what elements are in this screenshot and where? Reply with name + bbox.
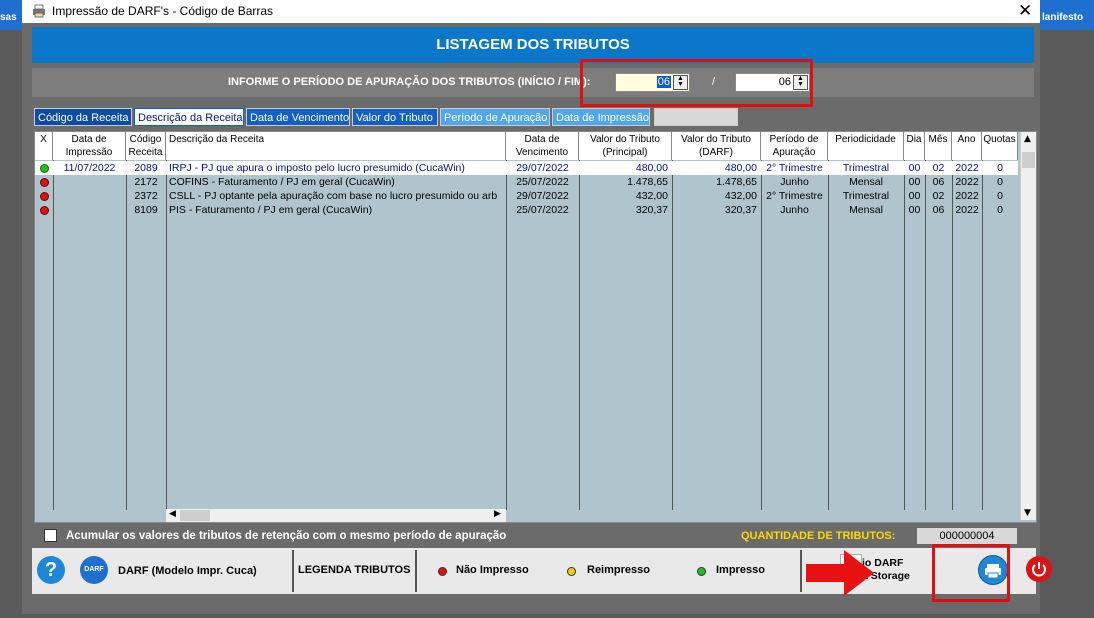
quantity-label: QUANTIDADE DE TRIBUTOS: [741,530,896,542]
legend-nao-impresso-icon [438,567,447,576]
status-nao-impresso-icon [40,206,49,215]
help-button[interactable]: ? [37,556,65,584]
accumulate-label: Acumular os valores de tributos de reten… [66,530,507,542]
col-darf[interactable]: Valor do Tributo (DARF) [672,132,761,160]
table-row[interactable]: 11/07/2022 2089 IRPJ - PJ que apura o im… [35,161,1018,175]
tab-empty [654,108,738,126]
highlight-period-box [580,59,813,107]
background-app-right: lanifesto [1040,0,1094,30]
arrow-right-icon [806,550,874,596]
scroll-left-icon[interactable]: ◀ [169,509,176,519]
quantity-value: 000000004 [917,528,1017,544]
legend-title: LEGENDA TRIBUTOS [298,564,411,576]
col-descricao[interactable]: Descrição da Receita [166,132,506,160]
col-mes[interactable]: Mês [925,132,952,160]
col-ano[interactable]: Ano [952,132,982,160]
col-impressao[interactable]: Data de Impressão [53,132,126,160]
tab-descricao-receita[interactable]: Descrição da Receita [134,108,244,126]
status-impresso-icon [40,164,49,173]
tributos-grid[interactable]: X Data de Impressão Código Receita Descriç… [34,131,1037,523]
exit-button[interactable] [1026,556,1052,582]
tab-data-vencimento[interactable]: Data de Vencimento [246,108,350,126]
tab-codigo-receita[interactable]: Código da Receita [34,108,132,126]
background-app-left: sas [0,0,22,30]
status-nao-impresso-icon [40,192,49,201]
legend-reimpresso-icon [567,567,576,576]
legend-impresso-icon [697,567,706,576]
col-principal[interactable]: Valor do Tributo (Principal) [579,132,672,160]
darf-icon[interactable]: DARF [80,556,108,584]
darf-window: Impressão de DARF's - Código de Barras ✕… [22,0,1052,614]
scroll-down-icon[interactable]: ▼ [1024,508,1031,518]
legend-impresso: Impresso [716,564,765,576]
col-periodicidade[interactable]: Periodicidade [828,132,904,160]
accumulate-checkbox[interactable] [44,529,57,542]
separator [800,550,802,592]
scroll-up-icon[interactable]: ▲ [1024,134,1031,144]
table-row[interactable]: 2172 COFINS - Faturamento / PJ em geral … [35,175,1018,189]
col-quotas[interactable]: Quotas [982,132,1018,160]
legend-nao-impresso: Não Impresso [456,564,529,576]
highlight-print-box [932,544,1010,602]
printer-app-icon [33,4,45,18]
col-x[interactable]: X [35,132,53,160]
table-row[interactable]: 2372 CSLL - PJ optante pela apuração com… [35,189,1018,203]
summary-bar: Acumular os valores de tributos de reten… [32,526,1036,546]
listing-banner: LISTAGEM DOS TRIBUTOS [32,27,1034,63]
horizontal-scrollbar[interactable]: ◀ ▶ [166,509,506,522]
legend-reimpresso: Reimpresso [587,564,650,576]
vertical-scrollbar[interactable]: ▲ ▼ [1020,132,1036,520]
grid-header: X Data de Impressão Código Receita Descriç… [35,132,1018,160]
separator [292,550,294,592]
col-dia[interactable]: Dia [904,132,925,160]
window-title: Impressão de DARF's - Código de Barras [52,4,274,18]
period-label: INFORME O PERÍODO DE APURAÇÃO DOS TRIBUT… [228,76,591,88]
col-periodo[interactable]: Período de Apuração [761,132,828,160]
scroll-thumb[interactable] [1022,152,1035,168]
scroll-thumb[interactable] [180,510,210,521]
tab-valor-tributo[interactable]: Valor do Tributo [352,108,438,126]
table-row[interactable]: 8109 PIS - Faturamento / PJ em geral (Cu… [35,203,1018,217]
separator [415,550,417,592]
darf-model-label: DARF (Modelo Impr. Cuca) [118,565,257,577]
period-bar: INFORME O PERÍODO DE APURAÇÃO DOS TRIBUT… [32,68,1034,97]
tab-data-impressao[interactable]: Data de Impressão [552,108,650,126]
close-icon[interactable]: ✕ [1018,1,1032,21]
col-codigo[interactable]: Código Receita [126,132,166,160]
status-nao-impresso-icon [40,178,49,187]
scroll-right-icon[interactable]: ▶ [494,509,501,519]
power-icon [1032,562,1046,577]
footer-bar: ? DARF DARF (Modelo Impr. Cuca) LEGENDA … [32,548,1052,594]
tab-periodo-apuracao[interactable]: Período de Apuração [440,108,550,126]
col-vencimento[interactable]: Data de Vencimento [506,132,579,160]
title-bar: Impressão de DARF's - Código de Barras ✕ [22,0,1040,23]
